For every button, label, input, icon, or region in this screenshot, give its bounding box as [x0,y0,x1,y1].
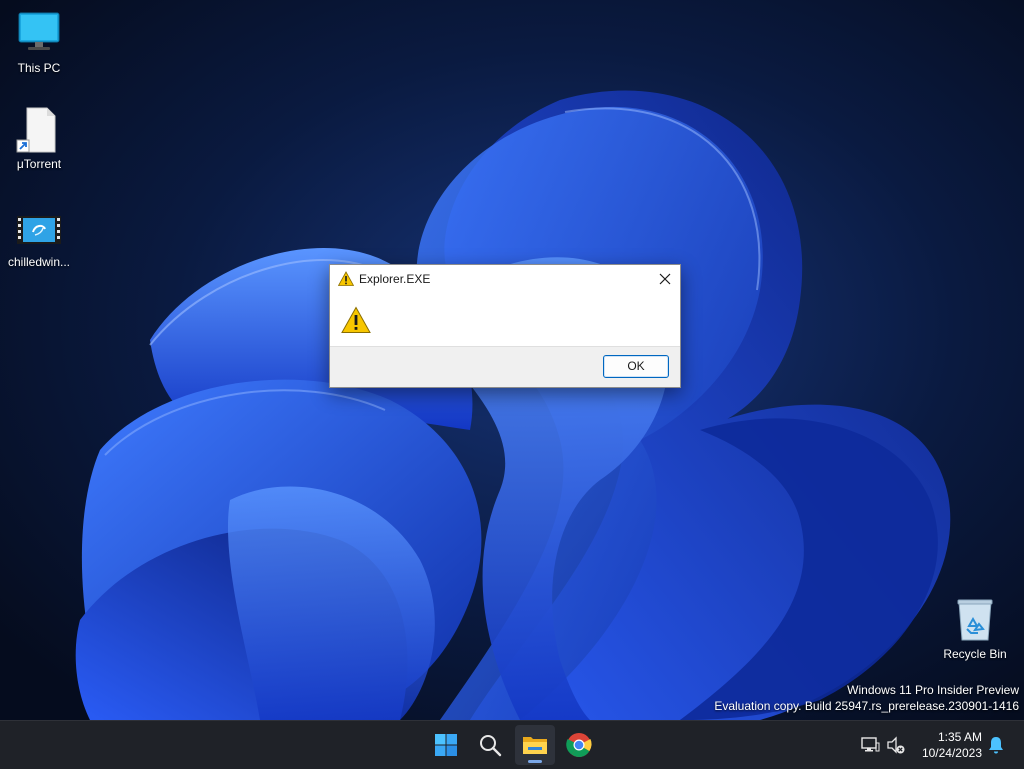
desktop: This PC μTorrent chilledwin... Recycle B… [0,0,1024,720]
dialog-footer: OK [330,346,680,387]
warning-icon [337,271,355,287]
shortcut-file-icon [15,106,63,154]
chrome-button[interactable] [559,725,599,765]
notification-bell-icon [989,737,1003,754]
windows-watermark: Windows 11 Pro Insider Preview Evaluatio… [714,682,1019,714]
warning-icon [341,306,371,334]
file-explorer-button[interactable] [515,725,555,765]
monitor-icon [15,10,63,58]
dialog-title: Explorer.EXE [359,272,431,286]
search-icon [480,735,502,757]
active-app-indicator [528,760,542,763]
dialog-close-button[interactable] [650,265,680,293]
ok-button[interactable]: OK [603,355,669,378]
chrome-icon [566,733,592,758]
desktop-icon-label: chilledwin... [7,255,71,269]
desktop-icon-label: Recycle Bin [943,647,1007,661]
network-tray-button[interactable] [860,735,880,755]
clock-date: 10/24/2023 [921,746,982,760]
desktop-icon-utorrent[interactable]: μTorrent [1,106,77,171]
desktop-icon-this-pc[interactable]: This PC [1,10,77,75]
search-button[interactable] [470,725,510,765]
dialog-body [330,293,680,347]
taskbar: 1:35 AM 10/24/2023 [0,720,1024,769]
message-dialog: Explorer.EXE OK [329,264,681,388]
desktop-icon-label: This PC [17,61,61,75]
watermark-line-1: Windows 11 Pro Insider Preview [847,683,1019,697]
recycle-bin-icon [951,596,999,644]
start-button[interactable] [426,725,466,765]
windows-start-icon [435,734,457,756]
dialog-titlebar[interactable]: Explorer.EXE [330,265,680,293]
clock-time: 1:35 AM [937,730,982,744]
close-icon [659,273,671,285]
desktop-icon-recycle-bin[interactable]: Recycle Bin [937,596,1013,661]
tray-clock[interactable]: 1:35 AM 10/24/2023 [922,729,982,761]
desktop-icon-label: μTorrent [16,157,62,171]
volume-muted-icon [887,736,905,754]
video-file-icon [15,212,63,252]
network-icon [861,737,880,752]
desktop-icon-chilledwin[interactable]: chilledwin... [1,212,77,269]
notifications-button[interactable] [987,735,1005,755]
watermark-line-2: Evaluation copy. Build 25947.rs_prerelea… [714,699,1019,713]
folder-icon [523,737,547,754]
volume-tray-button[interactable] [886,735,906,755]
